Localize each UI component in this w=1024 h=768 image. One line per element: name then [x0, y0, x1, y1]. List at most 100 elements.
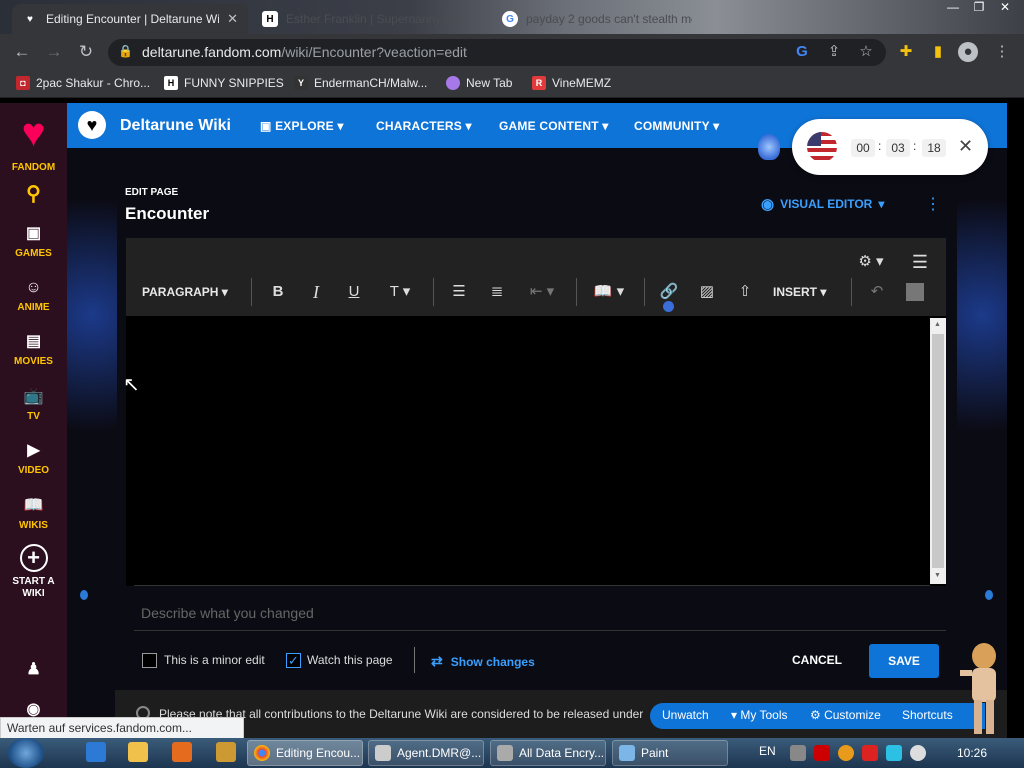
more-options-icon[interactable]: ⋮: [925, 194, 941, 214]
chrome-icon: [254, 745, 270, 761]
app-icon[interactable]: [216, 742, 236, 762]
bookmark-new-tab[interactable]: New Tab: [446, 76, 512, 90]
rail-item-wikis[interactable]: 📖 WIKIS: [0, 496, 67, 531]
rail-item-tv[interactable]: 📺 TV: [0, 387, 67, 422]
italic-icon[interactable]: I: [306, 282, 326, 304]
minor-edit-checkbox[interactable]: [142, 653, 157, 668]
scrollbar-thumb[interactable]: [932, 334, 944, 568]
windows-start-icon[interactable]: [8, 738, 44, 768]
redo-icon[interactable]: [906, 283, 924, 301]
insert-dropdown[interactable]: INSERT ▾: [773, 285, 826, 299]
save-button[interactable]: SAVE: [869, 644, 939, 678]
nav-community[interactable]: COMMUNITY ▾: [634, 119, 719, 133]
sidepanel-icon[interactable]: ▮: [928, 42, 948, 62]
cite-dropdown-icon[interactable]: 📖 ▾: [590, 282, 628, 304]
tray-icon[interactable]: [862, 745, 878, 761]
rail-item-video[interactable]: ▶ VIDEO: [0, 441, 67, 476]
close-window-icon[interactable]: ✕: [992, 0, 1018, 18]
reload-icon[interactable]: ↻: [76, 42, 96, 62]
image-icon[interactable]: ▨: [696, 282, 718, 304]
undo-icon[interactable]: ↶: [866, 282, 888, 304]
tray-icon[interactable]: [910, 745, 926, 761]
profile-icon[interactable]: ●: [958, 42, 978, 62]
language-indicator[interactable]: EN: [759, 744, 776, 758]
minimize-icon[interactable]: —: [940, 0, 966, 18]
taskbar-paint[interactable]: Paint: [612, 740, 728, 766]
tray-icon[interactable]: [814, 745, 830, 761]
file-explorer-icon[interactable]: [128, 742, 148, 762]
menu-kebab-icon[interactable]: ⋮: [992, 42, 1012, 62]
back-icon[interactable]: ←: [12, 42, 32, 62]
edit-summary-input[interactable]: Describe what you changed: [141, 605, 314, 621]
bookmark-endermanch[interactable]: Y EndermanCH/Malw...: [294, 76, 427, 90]
paragraph-format-dropdown[interactable]: PARAGRAPH ▾: [142, 285, 228, 299]
cancel-button[interactable]: CANCEL: [792, 653, 842, 667]
extensions-icon[interactable]: ✚: [896, 42, 916, 62]
my-tools-link[interactable]: ▾ My Tools: [731, 708, 788, 722]
nav-label: COMMUNITY: [634, 119, 710, 133]
rail-item-movies[interactable]: ▤ MOVIES: [0, 332, 67, 367]
wiki-logo-icon[interactable]: ♥: [78, 111, 106, 139]
rail-start-wiki[interactable]: + START A WIKI: [0, 544, 67, 600]
star-icon[interactable]: ☆: [856, 42, 876, 62]
clapperboard-icon: ▤: [25, 333, 42, 350]
tab-payday[interactable]: G payday 2 goods can't stealth mo: [492, 4, 702, 34]
restore-icon[interactable]: ❐: [966, 0, 992, 18]
tray-icon[interactable]: [838, 745, 854, 761]
show-changes-button[interactable]: ⇄ Show changes: [431, 653, 535, 670]
settings-gear-icon[interactable]: ⚙ ▾: [854, 252, 888, 274]
rail-item-games[interactable]: ▣ GAMES: [0, 224, 67, 259]
media-player-icon[interactable]: [172, 742, 192, 762]
nav-explore[interactable]: ▣ EXPLORE ▾: [260, 119, 344, 133]
wiki-name[interactable]: Deltarune Wiki: [120, 117, 231, 135]
fandom-logo[interactable]: ♥ FANDOM: [0, 110, 67, 173]
tab-esther-franklin[interactable]: H Esther Franklin | Supernanny Fa: [252, 4, 490, 34]
rail-item-anime[interactable]: ☺ ANIME: [0, 278, 67, 313]
scroll-up-icon[interactable]: ▲: [934, 321, 941, 328]
watch-page-checkbox[interactable]: ✓: [286, 653, 301, 668]
taskbar-agent[interactable]: Agent.DMR@...: [368, 740, 484, 766]
close-icon[interactable]: ✕: [958, 136, 973, 157]
show-changes-label: Show changes: [450, 654, 535, 669]
hotspot-shield-icon[interactable]: [758, 134, 780, 160]
customize-link[interactable]: ⚙ Customize: [810, 708, 881, 722]
scroll-down-icon[interactable]: ▼: [934, 572, 941, 579]
tray-icon[interactable]: [886, 745, 902, 761]
text-style-dropdown-icon[interactable]: T ▾: [382, 282, 418, 304]
forward-icon[interactable]: →: [44, 42, 64, 62]
nav-characters[interactable]: CHARACTERS ▾: [376, 119, 472, 133]
hamburger-menu-icon[interactable]: ☰: [909, 252, 931, 274]
system-clock[interactable]: 10:26: [957, 746, 987, 760]
tab-editing-encounter[interactable]: ♥ Editing Encounter | Deltarune Wiki ✕: [12, 4, 248, 34]
us-flag-icon[interactable]: [807, 132, 837, 162]
tray-icon[interactable]: [790, 745, 806, 761]
anime-icon: ☺: [25, 279, 42, 296]
bold-icon[interactable]: B: [268, 282, 288, 304]
background-art: [957, 150, 1007, 480]
nav-game-content[interactable]: GAME CONTENT ▾: [499, 119, 609, 133]
shortcuts-link[interactable]: Shortcuts: [902, 708, 953, 722]
indent-dropdown-icon[interactable]: ⇤ ▾: [524, 282, 560, 304]
taskbar-chrome[interactable]: Editing Encou...: [247, 740, 363, 766]
bookmark-2pac[interactable]: ◘ 2pac Shakur - Chro...: [16, 76, 150, 90]
visual-editor-switch[interactable]: ◉ VISUAL EDITOR ▾: [761, 195, 884, 213]
numbered-list-icon[interactable]: ≣: [486, 282, 508, 304]
bookmark-vinememz[interactable]: R VineMEMZ: [532, 76, 611, 90]
taskbar-all-data[interactable]: All Data Encry...: [490, 740, 606, 766]
url-host: deltarune.fandom.com: [142, 44, 282, 60]
watch-page-label: Watch this page: [307, 653, 393, 667]
close-tab-icon[interactable]: ✕: [227, 11, 238, 27]
internet-explorer-icon[interactable]: [86, 742, 106, 762]
upload-icon[interactable]: ⇧: [734, 282, 756, 304]
unwatch-link[interactable]: Unwatch: [662, 708, 709, 722]
bullet-list-icon[interactable]: ☰: [448, 282, 470, 304]
bookmark-funny-snippies[interactable]: H FUNNY SNIPPIES: [164, 76, 284, 90]
underline-icon[interactable]: U: [344, 282, 364, 304]
timer-minutes: 03: [886, 139, 910, 157]
rail-notifications[interactable]: ♟: [0, 660, 67, 684]
lock-icon[interactable]: 🔒: [118, 44, 133, 58]
share-icon[interactable]: ⇪: [824, 42, 844, 62]
google-lens-icon[interactable]: G: [792, 42, 812, 62]
editor-content-area[interactable]: [126, 316, 946, 586]
rail-search[interactable]: ⚲: [0, 184, 67, 208]
